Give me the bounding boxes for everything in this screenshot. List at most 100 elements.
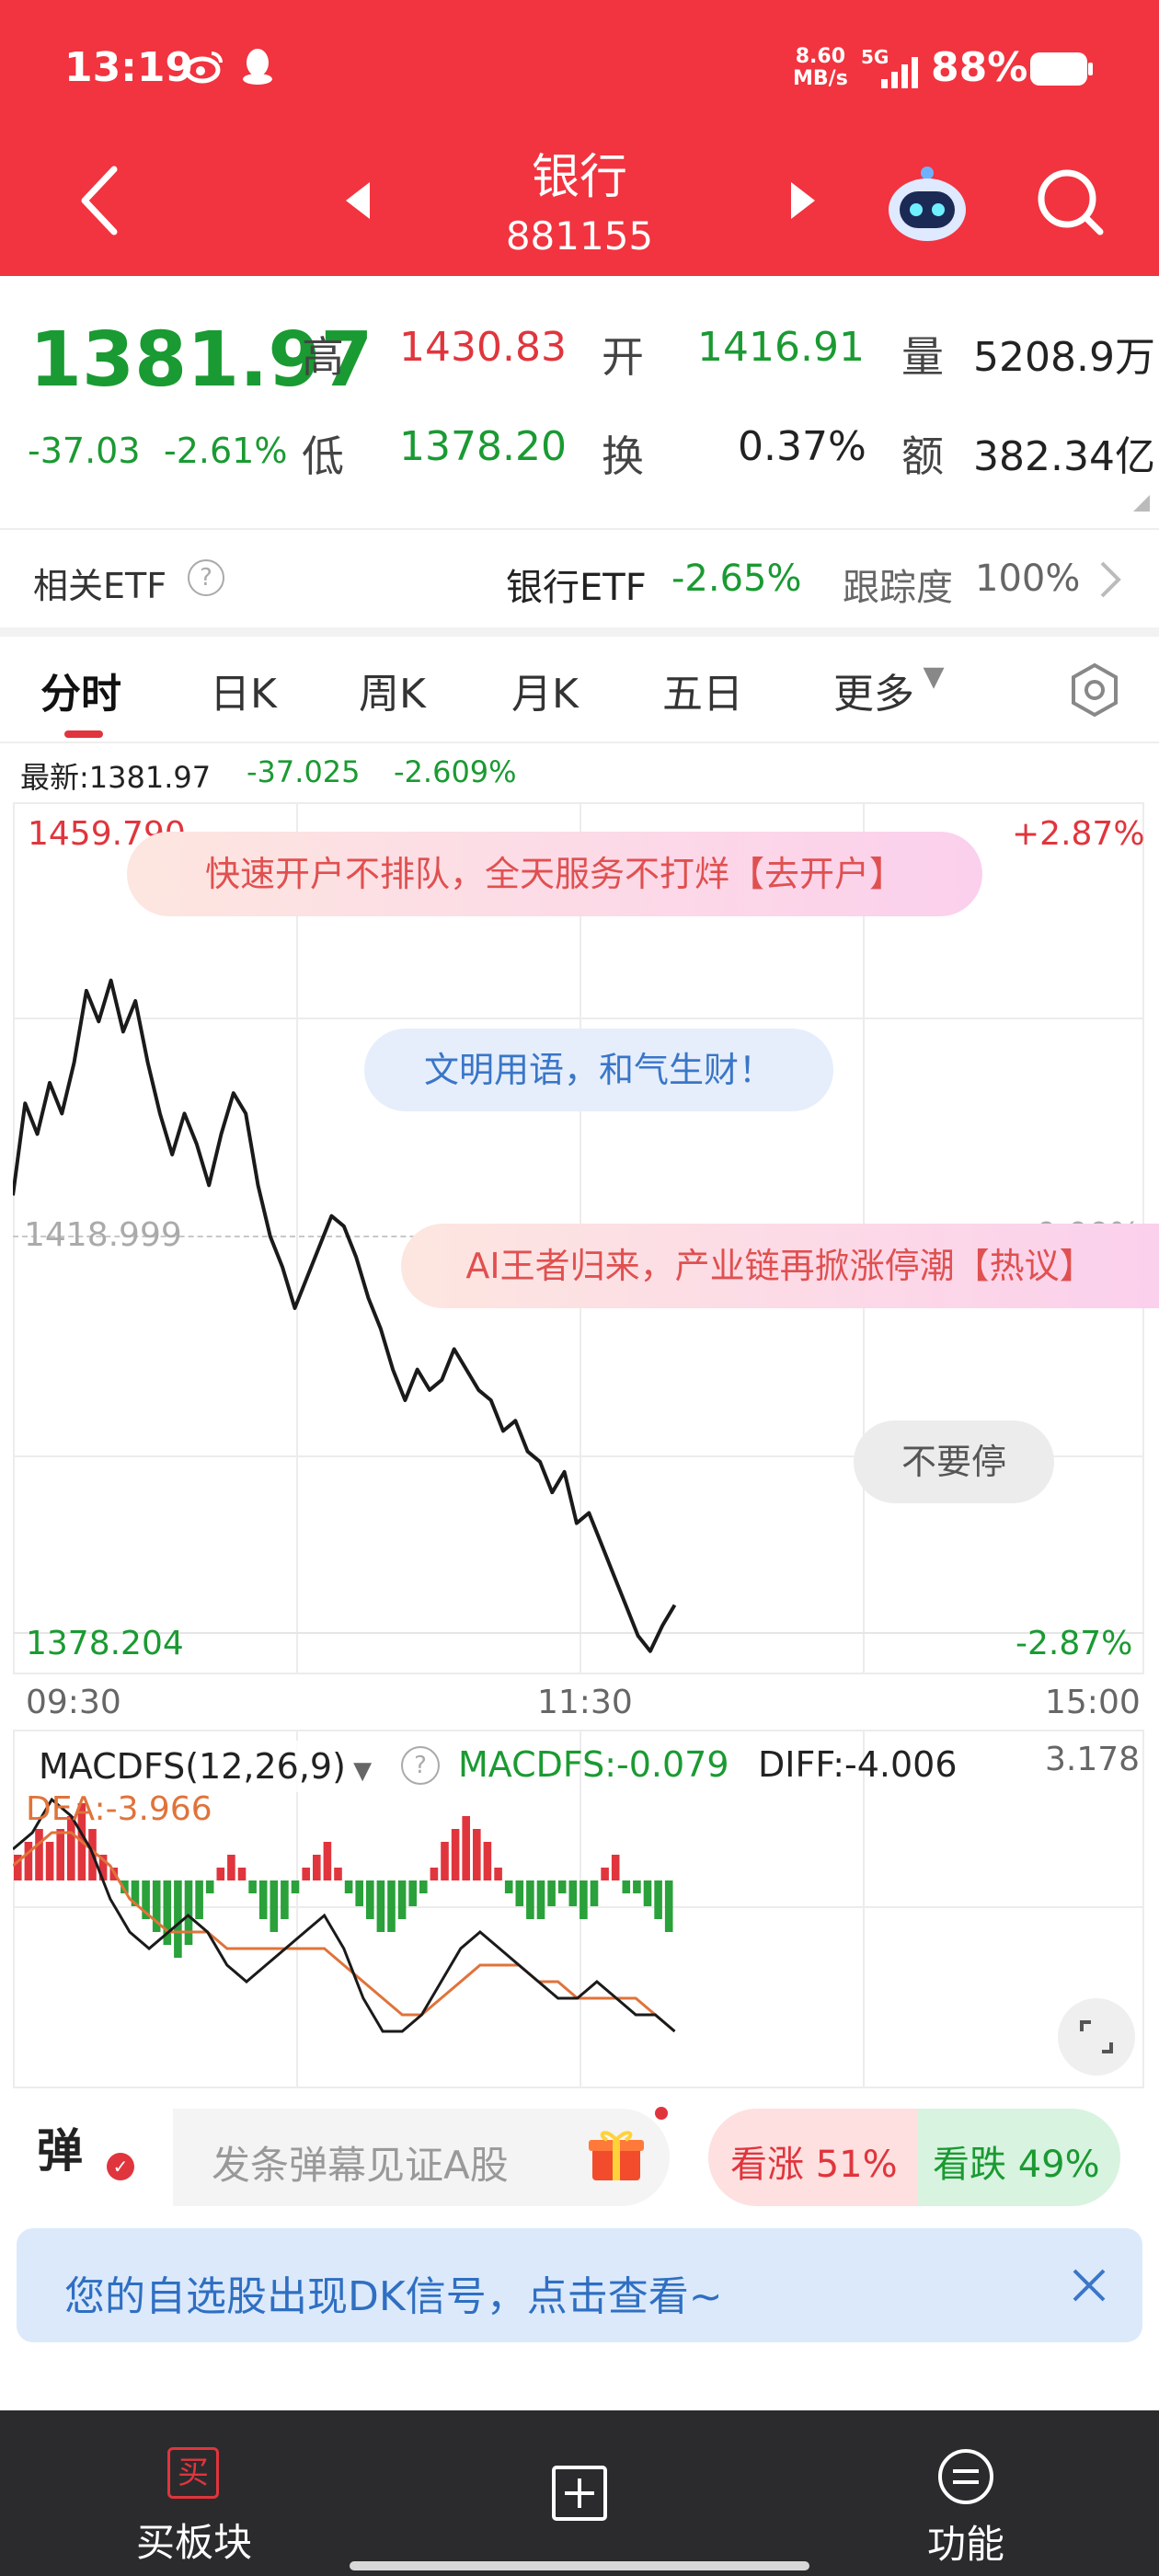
macd-bar	[664, 1880, 673, 1932]
dk-signal-banner[interactable]: 您的自选股出现DK信号，点击查看~	[17, 2228, 1142, 2342]
pct-top-label: +2.87%	[1012, 815, 1145, 853]
macd-bar	[195, 1880, 203, 1919]
robot-assistant-icon[interactable]	[883, 162, 971, 245]
macd-bar	[302, 1868, 310, 1880]
macd-bar	[515, 1880, 524, 1906]
search-icon[interactable]	[1034, 166, 1107, 239]
tab-intraday[interactable]: 分时	[40, 661, 121, 719]
checkmark-icon: ✓	[107, 2153, 134, 2180]
pct-bottom-label: -2.87%	[1016, 1625, 1133, 1662]
battery-icon	[1028, 50, 1095, 88]
high-value: 1430.83	[399, 324, 567, 371]
close-icon[interactable]	[1065, 2261, 1113, 2309]
danmaku-civility[interactable]: 文明用语，和气生财！	[364, 1029, 833, 1111]
tab-monthly-k[interactable]: 月K	[511, 661, 579, 719]
macd-bar	[258, 1880, 268, 1919]
help-icon[interactable]: ?	[188, 559, 224, 596]
tab-weekly-k[interactable]: 周K	[359, 661, 426, 719]
macd-bar	[557, 1880, 567, 1893]
menu-circle-icon	[936, 2447, 995, 2506]
x-label-noon: 11:30	[537, 1684, 633, 1721]
macd-bar	[24, 1842, 33, 1880]
macd-bar	[344, 1880, 353, 1893]
macd-bar	[35, 1829, 43, 1880]
tab-five-day[interactable]: 五日	[662, 661, 743, 719]
macd-bar	[643, 1880, 652, 1906]
macd-bar	[622, 1880, 631, 1893]
related-etf-row[interactable]: 相关ETF ? 银行ETF -2.65% 跟踪度 100%	[0, 532, 1159, 627]
x-label-open: 09:30	[26, 1684, 121, 1721]
turnover-value: 0.37%	[738, 423, 866, 470]
expand-corner-icon[interactable]	[1133, 495, 1150, 512]
high-label: 高	[302, 332, 344, 382]
danmaku-ai-ad[interactable]: AI王者归来，产业链再掀涨停潮【热议】	[401, 1224, 1159, 1308]
macd-bar	[451, 1829, 460, 1880]
weibo-icon	[184, 48, 224, 85]
volume-label: 量	[901, 332, 944, 382]
price-change-pct: -2.61%	[164, 431, 288, 471]
macd-bar	[633, 1880, 641, 1893]
fullscreen-icon[interactable]	[1058, 1998, 1135, 2076]
macd-bar	[568, 1880, 578, 1906]
amount-label: 额	[901, 431, 944, 481]
bull-bear-vote[interactable]: 看涨 51% 看跌 49%	[708, 2109, 1120, 2206]
danmaku-account-ad[interactable]: 快速开户不排队，全天服务不打烊【去开户】	[127, 832, 982, 916]
y-axis-bottom-label: 1378.204	[26, 1625, 184, 1662]
macd-bar	[473, 1829, 481, 1880]
home-indicator	[350, 2561, 809, 2570]
header-bar: 13:19 8.60 MB/s 5G 88% 银行 881155	[0, 0, 1159, 276]
macd-bar	[237, 1868, 247, 1880]
banner-text: 您的自选股出现DK信号，点击查看~	[64, 2273, 723, 2320]
danmu-input[interactable]: 发条弹幕见证A股	[173, 2109, 670, 2206]
macd-bar	[248, 1880, 257, 1893]
x-label-close: 15:00	[1045, 1684, 1141, 1721]
macd-bar	[547, 1880, 556, 1906]
function-button[interactable]: 功能	[920, 2447, 1030, 2567]
diff-value: DIFF:-4.006	[758, 1744, 958, 1785]
etf-change: -2.65%	[671, 558, 802, 600]
buy-icon: 买	[167, 2447, 219, 2499]
settings-hex-icon[interactable]	[1067, 662, 1122, 718]
macd-bar	[430, 1868, 439, 1880]
stock-code: 881155	[505, 213, 654, 259]
macd-bar	[504, 1880, 513, 1893]
latest-price-label: 最新:1381.97	[20, 760, 212, 795]
macd-bar	[227, 1855, 235, 1880]
macd-bar	[376, 1880, 385, 1932]
tracking-value: 100%	[975, 558, 1081, 600]
vote-down-label[interactable]: 看跌 49%	[933, 2134, 1100, 2188]
latest-pct: -2.609%	[394, 754, 517, 789]
tracking-label: 跟踪度	[843, 567, 953, 609]
buy-sector-button[interactable]: 买 买板块	[129, 2447, 258, 2565]
tab-more[interactable]: 更多 ▼	[833, 661, 945, 719]
macd-bar	[45, 1842, 54, 1880]
macd-bar	[601, 1868, 609, 1880]
macd-bar	[323, 1842, 332, 1880]
danmaku-dont-stop[interactable]: 不要停	[854, 1420, 1054, 1503]
signal-icon	[861, 53, 920, 90]
macd-indicator-select[interactable]: MACDFS(12,26,9) ▼	[28, 1741, 384, 1792]
macd-bar	[654, 1880, 662, 1919]
open-value: 1416.91	[697, 324, 865, 371]
open-label: 开	[602, 332, 644, 382]
macd-bar	[387, 1880, 396, 1932]
macd-bar	[366, 1880, 374, 1919]
section-gap	[0, 627, 1159, 637]
vote-up-label[interactable]: 看涨 51%	[730, 2134, 898, 2188]
danmu-toggle-button[interactable]: 弹 ✓	[37, 2110, 134, 2202]
active-tab-indicator	[64, 730, 103, 738]
macd-bar	[270, 1880, 279, 1932]
amount-value: 382.34亿	[973, 433, 1155, 480]
next-stock-icon[interactable]	[787, 180, 819, 221]
price-change: -37.03	[28, 431, 141, 471]
macd-bar	[334, 1868, 342, 1880]
macd-bar	[281, 1880, 289, 1919]
add-icon[interactable]	[550, 2464, 609, 2523]
chevron-right-icon	[1096, 559, 1124, 600]
macd-help-icon[interactable]: ?	[401, 1746, 440, 1785]
tab-daily-k[interactable]: 日K	[210, 661, 277, 719]
gift-icon[interactable]	[587, 2125, 646, 2184]
macd-bar	[397, 1880, 407, 1919]
macd-bar	[590, 1880, 599, 1906]
macd-bar	[291, 1880, 300, 1893]
